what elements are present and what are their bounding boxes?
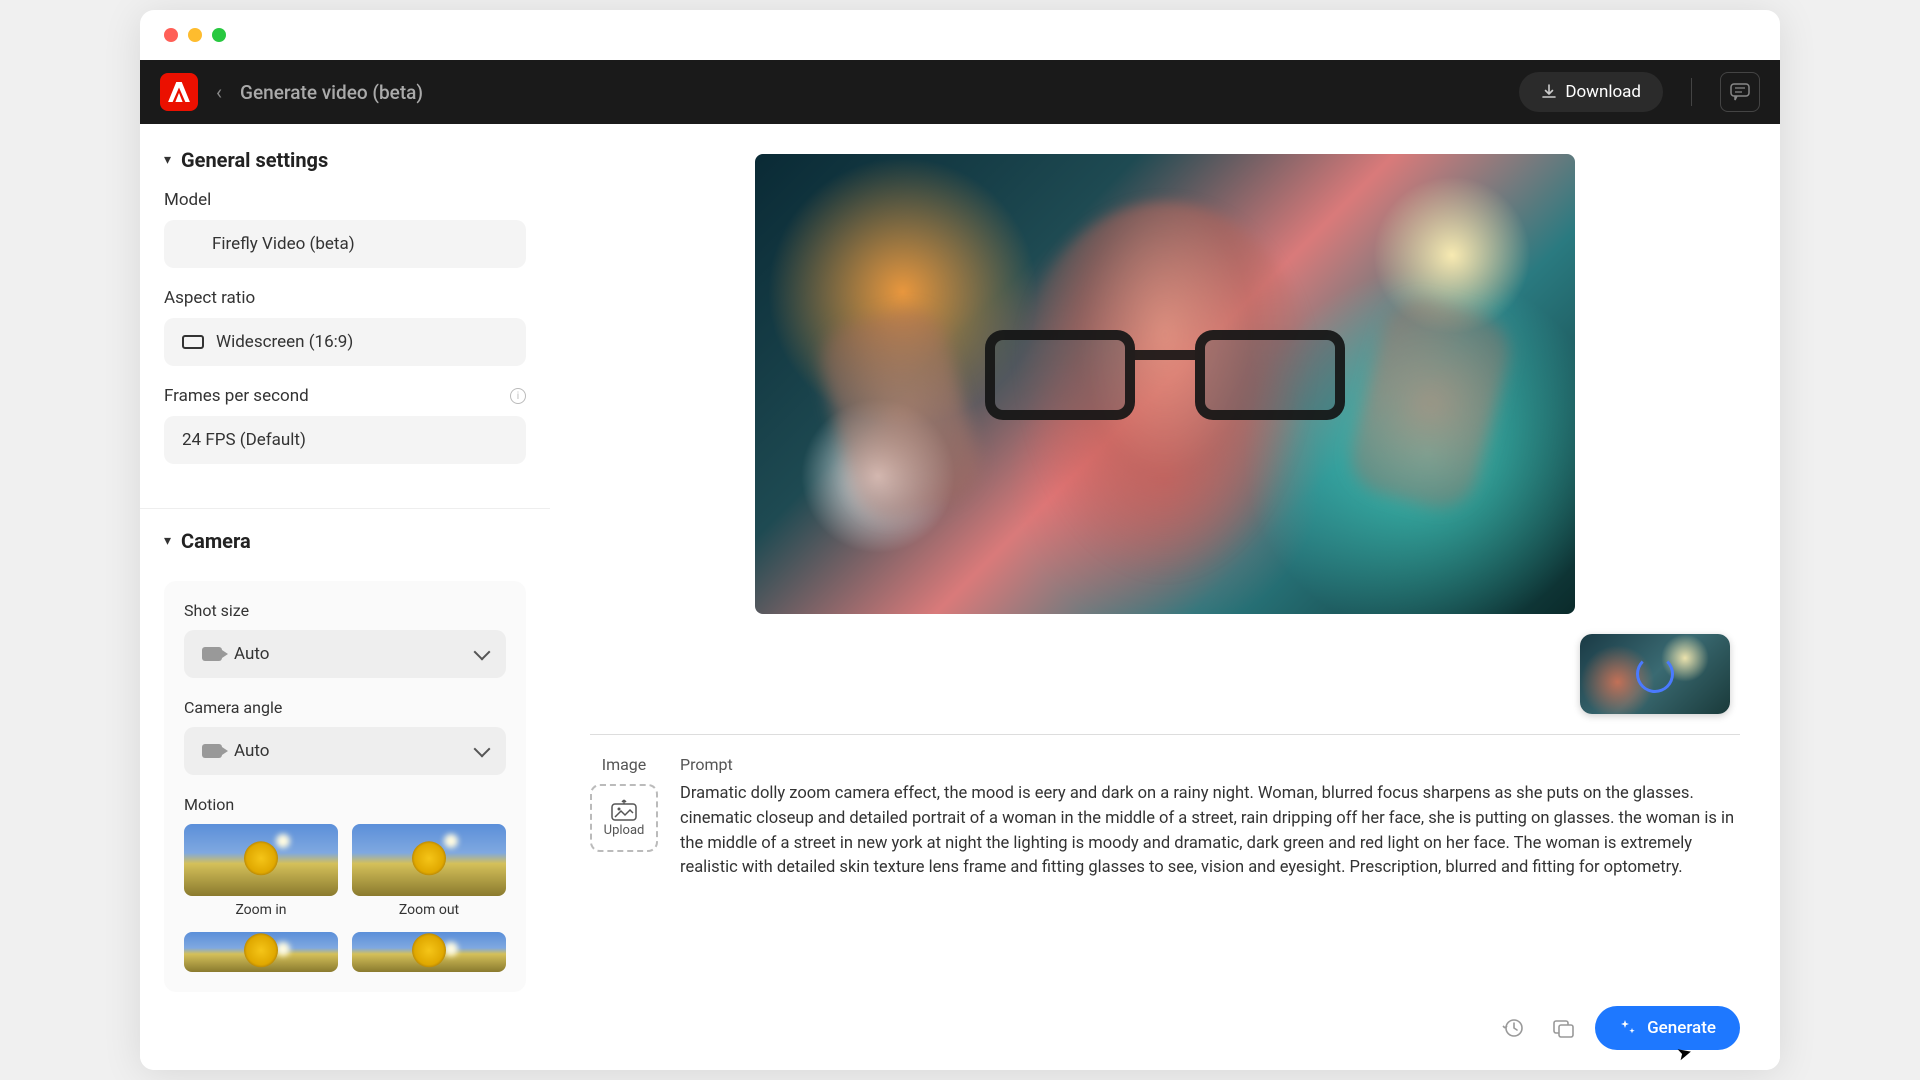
sunflower-thumb-icon [352, 932, 506, 972]
feedback-button[interactable] [1720, 72, 1760, 112]
fps-label: Frames per second i [164, 386, 526, 406]
video-preview[interactable] [755, 154, 1575, 614]
action-row: Generate [1495, 1006, 1740, 1050]
sunflower-thumb-icon [184, 824, 338, 896]
camera-section: ▾ Camera [140, 529, 550, 581]
prompt-text-input[interactable]: Dramatic dolly zoom camera effect, the m… [680, 782, 1740, 881]
generate-button[interactable]: Generate [1595, 1006, 1740, 1050]
generation-queue [1580, 634, 1730, 714]
chat-icon [1730, 83, 1750, 101]
image-upload-button[interactable]: Upload [590, 784, 658, 852]
prompt-area: Image Upload Prompt Dramatic dolly zoom … [590, 734, 1740, 881]
motion-label: Motion [184, 795, 506, 814]
widescreen-icon [182, 335, 204, 349]
main-canvas: Image Upload Prompt Dramatic dolly zoom … [550, 124, 1780, 1070]
aspect-ratio-select[interactable]: Widescreen (16:9) [164, 318, 526, 366]
generation-thumbnail[interactable] [1580, 634, 1730, 714]
settings-sidebar: ▾ General settings Model Firefly Video (… [140, 124, 550, 1070]
history-icon [1502, 1017, 1524, 1039]
fps-select[interactable]: 24 FPS (Default) [164, 416, 526, 464]
sunflower-thumb-icon [352, 824, 506, 896]
top-toolbar: ‹ Generate video (beta) Download [140, 60, 1780, 124]
camera-panel: Shot size Auto Camera angle Auto Motion … [164, 581, 526, 992]
window-traffic-lights [140, 10, 1780, 60]
maximize-window-icon[interactable] [212, 28, 226, 42]
shot-size-label: Shot size [184, 601, 506, 620]
motion-grid: Zoom in Zoom out [184, 824, 506, 972]
chevron-down-icon: ▾ [164, 533, 171, 549]
download-button[interactable]: Download [1519, 72, 1663, 112]
gallery-button[interactable] [1545, 1010, 1581, 1046]
adobe-logo-icon[interactable] [160, 73, 198, 111]
info-icon[interactable]: i [510, 388, 526, 404]
image-column-label: Image [602, 755, 647, 774]
camera-angle-label: Camera angle [184, 698, 506, 717]
prompt-column-label: Prompt [680, 755, 1740, 774]
minimize-window-icon[interactable] [188, 28, 202, 42]
toolbar-divider [1691, 78, 1692, 106]
gallery-icon [1552, 1017, 1574, 1039]
close-window-icon[interactable] [164, 28, 178, 42]
page-title: Generate video (beta) [240, 81, 423, 104]
aspect-ratio-label: Aspect ratio [164, 288, 526, 308]
camera-section-toggle[interactable]: ▾ Camera [164, 529, 526, 553]
sunflower-thumb-icon [184, 932, 338, 972]
back-chevron-icon[interactable]: ‹ [216, 80, 222, 104]
upload-image-icon [611, 799, 637, 821]
camera-angle-select[interactable]: Auto [184, 727, 506, 775]
general-settings-section: ▾ General settings Model Firefly Video (… [140, 148, 550, 509]
model-select[interactable]: Firefly Video (beta) [164, 220, 526, 268]
history-button[interactable] [1495, 1010, 1531, 1046]
download-icon [1541, 84, 1557, 100]
shot-size-select[interactable]: Auto [184, 630, 506, 678]
camera-icon [202, 647, 222, 661]
motion-zoom-out[interactable]: Zoom out [352, 824, 506, 918]
motion-zoom-in[interactable]: Zoom in [184, 824, 338, 918]
general-settings-toggle[interactable]: ▾ General settings [164, 148, 526, 172]
chevron-down-icon: ▾ [164, 152, 171, 168]
motion-item-4[interactable] [352, 932, 506, 972]
model-label: Model [164, 190, 526, 210]
camera-icon [202, 744, 222, 758]
motion-item-3[interactable] [184, 932, 338, 972]
sparkle-icon [1619, 1019, 1637, 1037]
app-window: ‹ Generate video (beta) Download ▾ Gener… [140, 10, 1780, 1070]
